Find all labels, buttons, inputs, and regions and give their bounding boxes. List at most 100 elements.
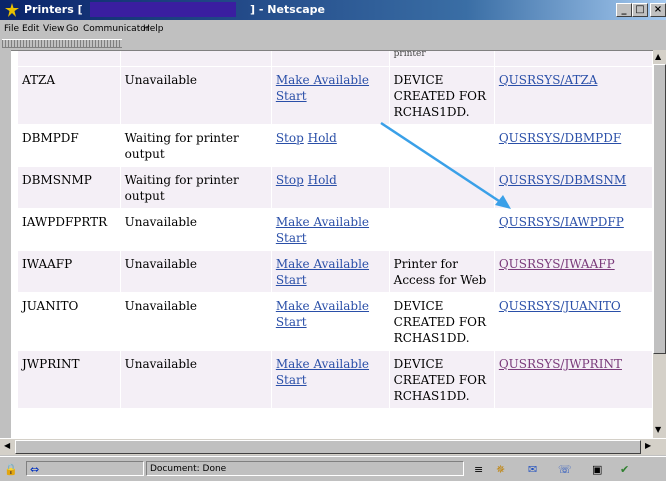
table-row: DBMSNMP Waiting for printer output Stop Ho… [18,167,652,208]
printer-actions: Make Available Start [271,251,389,292]
printer-status: Waiting for printer output [120,125,271,166]
table-row: DBMPDF Waiting for printer output Stop Hol… [18,125,652,166]
printer-description: DEVICE CREATED FOR RCHAS1DD. [389,293,494,350]
printer-queue: QUSRSYS/JUANITO [494,293,652,350]
table-row: IAWPDFPRTR Unavailable Make Available Star… [18,209,652,250]
action-link-start[interactable]: Start [276,231,307,245]
printer-name: IWAAFP [18,251,120,292]
component-bar-icon[interactable]: ≡ [474,463,483,476]
close-button[interactable]: × [650,3,666,17]
menu-communicator[interactable]: Communicator [83,24,149,34]
action-link-make-available[interactable]: Make Available [276,215,369,229]
scroll-left-icon[interactable]: ◀ [4,441,10,450]
printer-status: Unavailable [120,351,271,408]
netscape-icon [4,2,20,18]
table-row: JUANITO Unavailable Make Available Start DE… [18,293,652,350]
output-queue-link[interactable]: QUSRSYS/IWAAFP [499,257,615,271]
output-queue-link[interactable]: QUSRSYS/IAWPDFP [499,215,624,229]
status-bar: 🔒 ⇔ Document: Done ≡ ✵ ✉ ☏ ▣ ✔ [0,456,666,481]
output-queue-link[interactable]: QUSRSYS/JWPRINT [499,357,622,371]
action-link-make-available[interactable]: Make Available [276,257,369,271]
partial-description: printer [389,51,494,66]
printer-name: DBMSNMP [18,167,120,208]
mail-icon[interactable]: ✉ [528,463,537,476]
menu-bar: File Edit View Go Communicator Help [0,20,666,38]
horizontal-scroll-thumb[interactable] [15,440,641,454]
action-link-stop[interactable]: Stop [276,131,304,145]
action-link-start[interactable]: Start [276,315,307,329]
menu-file[interactable]: File [4,24,19,34]
output-queue-link[interactable]: QUSRSYS/DBMSNM [499,173,626,187]
minimize-button[interactable]: _ [616,3,632,17]
action-link-make-available[interactable]: Make Available [276,299,369,313]
horizontal-scrollbar[interactable]: ◀ ▶ [0,438,666,455]
printer-status: Unavailable [120,67,271,124]
action-link-start[interactable]: Start [276,273,307,287]
printers-table: printer ATZA Unavailable Make Available St… [17,51,653,409]
printer-description [389,125,494,166]
printer-name: JWPRINT [18,351,120,408]
scroll-up-icon[interactable]: ▲ [655,52,661,61]
printer-name: IAWPDFPRTR [18,209,120,250]
output-queue-link[interactable]: QUSRSYS/DBMPDF [499,131,621,145]
printer-status: Unavailable [120,293,271,350]
composer-icon[interactable]: ▣ [592,463,602,476]
action-link-start[interactable]: Start [276,89,307,103]
printer-actions: Stop Hold [271,167,389,208]
output-queue-link[interactable]: QUSRSYS/JUANITO [499,299,621,313]
action-link-hold[interactable]: Hold [308,173,337,187]
scroll-down-icon[interactable]: ▼ [655,425,661,434]
printer-queue: QUSRSYS/DBMPDF [494,125,652,166]
printer-queue: QUSRSYS/IAWPDFP [494,209,652,250]
table-row: JWPRINT Unavailable Make Available Start DE… [18,351,652,408]
scroll-right-icon[interactable]: ▶ [645,441,651,450]
table-row: IWAAFP Unavailable Make Available Start Pri… [18,251,652,292]
status-text: Document: Done [150,464,227,474]
printer-actions: Make Available Start [271,209,389,250]
action-link-stop[interactable]: Stop [276,173,304,187]
menu-go[interactable]: Go [66,24,78,34]
printer-queue: QUSRSYS/DBMSNM [494,167,652,208]
maximize-button[interactable]: □ [632,3,648,17]
printer-status: Waiting for printer output [120,167,271,208]
printer-name: DBMPDF [18,125,120,166]
progress-pane [26,461,144,476]
printer-queue: QUSRSYS/IWAAFP [494,251,652,292]
output-queue-link[interactable]: QUSRSYS/ATZA [499,73,598,87]
printer-queue: QUSRSYS/ATZA [494,67,652,124]
printer-name: ATZA [18,67,120,124]
action-link-make-available[interactable]: Make Available [276,357,369,371]
printer-actions: Make Available Start [271,293,389,350]
action-link-start[interactable]: Start [276,373,307,387]
printer-description: DEVICE CREATED FOR RCHAS1DD. [389,67,494,124]
menu-help[interactable]: Help [143,24,164,34]
printer-actions: Make Available Start [271,351,389,408]
menu-edit[interactable]: Edit [22,24,39,34]
vertical-scrollbar[interactable]: ▲ ▼ [653,50,666,438]
window-title-prefix: Printers [ [24,3,83,16]
connection-icon: ⇔ [30,463,40,476]
printer-description [389,167,494,208]
action-link-make-available[interactable]: Make Available [276,73,369,87]
action-link-hold[interactable]: Hold [308,131,337,145]
navigator-icon[interactable]: ✵ [496,463,505,476]
printer-queue: QUSRSYS/JWPRINT [494,351,652,408]
toolbar-grip[interactable] [2,39,122,48]
vertical-scroll-thumb[interactable] [653,64,666,354]
discussions-icon[interactable]: ☏ [558,463,572,476]
printer-description: Printer for Access for Web [389,251,494,292]
menu-view[interactable]: View [43,24,64,34]
printer-status: Unavailable [120,209,271,250]
printer-actions: Make Available Start [271,67,389,124]
printer-description [389,209,494,250]
check-icon[interactable]: ✔ [620,463,629,476]
redacted-title-region [90,2,236,17]
printer-name: JUANITO [18,293,120,350]
title-bar: Printers [ ] - Netscape _ □ × [0,0,666,20]
security-lock-icon[interactable]: 🔒 [4,463,18,476]
printer-status: Unavailable [120,251,271,292]
printer-description: DEVICE CREATED FOR RCHAS1DD. [389,351,494,408]
printer-actions: Stop Hold [271,125,389,166]
page-content: printer ATZA Unavailable Make Available St… [11,50,653,439]
table-row: ATZA Unavailable Make Available Start DEVIC… [18,67,652,124]
